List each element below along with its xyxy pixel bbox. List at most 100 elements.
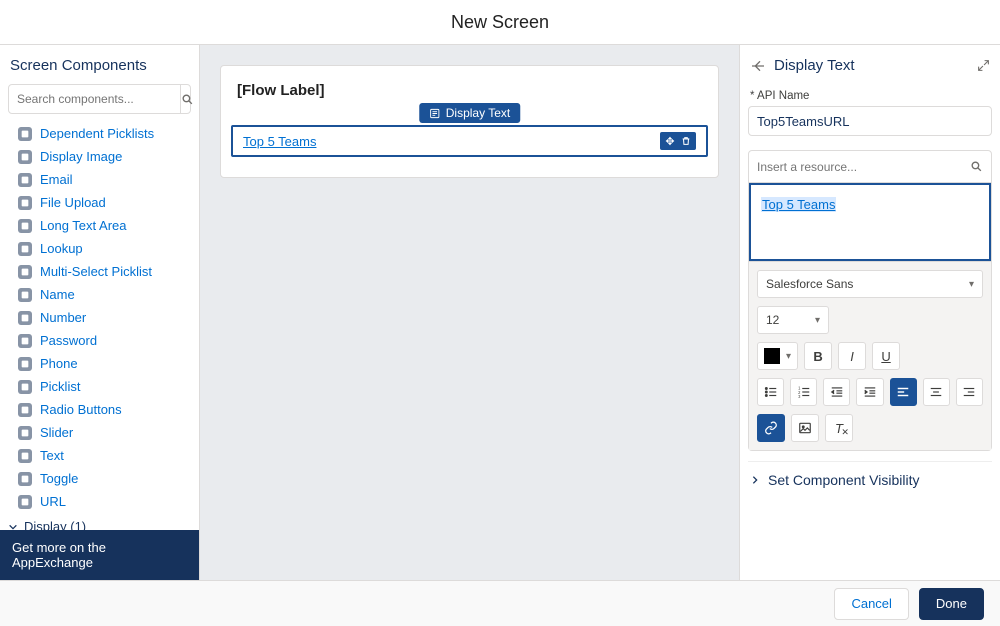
component-link[interactable]: Number bbox=[40, 310, 86, 325]
component-icon bbox=[18, 495, 32, 509]
align-left-button[interactable] bbox=[890, 378, 917, 406]
bulleted-list-button[interactable] bbox=[757, 378, 784, 406]
component-item[interactable]: URL bbox=[0, 490, 199, 513]
indent-button[interactable] bbox=[856, 378, 883, 406]
rte-text: Top 5 Teams bbox=[761, 197, 836, 212]
component-item[interactable]: Text bbox=[0, 444, 199, 467]
component-link[interactable]: Slider bbox=[40, 425, 73, 440]
outdent-button[interactable] bbox=[823, 378, 850, 406]
image-button[interactable] bbox=[791, 414, 819, 442]
component-icon bbox=[18, 449, 32, 463]
component-icon bbox=[18, 196, 32, 210]
text-color-button[interactable] bbox=[757, 342, 798, 370]
component-link[interactable]: Lookup bbox=[40, 241, 83, 256]
right-panel: Display Text API Name Top 5 Teams Salesf… bbox=[740, 45, 1000, 580]
modal-header: New Screen bbox=[0, 0, 1000, 45]
component-item[interactable]: Password bbox=[0, 329, 199, 352]
back-icon[interactable] bbox=[750, 58, 766, 74]
canvas-item-text: Top 5 Teams bbox=[243, 134, 316, 149]
chevron-right-icon bbox=[750, 475, 760, 485]
color-swatch-icon bbox=[764, 348, 780, 364]
display-text-icon bbox=[429, 108, 440, 119]
component-link[interactable]: Picklist bbox=[40, 379, 80, 394]
component-icon bbox=[18, 403, 32, 417]
italic-button[interactable]: I bbox=[838, 342, 866, 370]
search-icon[interactable] bbox=[970, 160, 983, 173]
component-link[interactable]: Dependent Picklists bbox=[40, 126, 154, 141]
component-link[interactable]: Long Text Area bbox=[40, 218, 127, 233]
component-icon bbox=[18, 173, 32, 187]
font-family-select[interactable]: Salesforce Sans bbox=[757, 270, 983, 298]
component-icon bbox=[18, 219, 32, 233]
component-item[interactable]: Radio Buttons bbox=[0, 398, 199, 421]
bold-button[interactable]: B bbox=[804, 342, 832, 370]
component-icon bbox=[18, 357, 32, 371]
appexchange-link[interactable]: Get more on the AppExchange bbox=[0, 530, 199, 580]
display-group-header[interactable]: Display (1) bbox=[0, 513, 199, 530]
main-area: Screen Components Dependent Picklists Dis… bbox=[0, 45, 1000, 580]
component-item[interactable]: Phone bbox=[0, 352, 199, 375]
component-icon bbox=[18, 265, 32, 279]
component-item[interactable]: Dependent Picklists bbox=[0, 122, 199, 145]
done-button[interactable]: Done bbox=[919, 588, 984, 620]
component-link[interactable]: Phone bbox=[40, 356, 78, 371]
expand-icon[interactable] bbox=[977, 59, 990, 72]
component-icon bbox=[18, 311, 32, 325]
component-item[interactable]: Email bbox=[0, 168, 199, 191]
api-name-input[interactable] bbox=[748, 106, 992, 136]
api-name-label: API Name bbox=[750, 90, 990, 102]
component-link[interactable]: Password bbox=[40, 333, 97, 348]
component-item[interactable]: Toggle bbox=[0, 467, 199, 490]
component-list: Dependent Picklists Display Image Email Fil… bbox=[0, 122, 199, 530]
underline-button[interactable]: U bbox=[872, 342, 900, 370]
component-icon bbox=[18, 127, 32, 141]
rte-toolbar: Salesforce Sans 12 B I U bbox=[749, 261, 991, 450]
component-link[interactable]: Text bbox=[40, 448, 64, 463]
component-icon bbox=[18, 242, 32, 256]
component-item[interactable]: Display Image bbox=[0, 145, 199, 168]
delete-icon[interactable] bbox=[680, 135, 692, 147]
canvas-area[interactable]: [Flow Label] Display Text Top 5 Teams ✥ bbox=[200, 45, 740, 580]
component-item[interactable]: Picklist bbox=[0, 375, 199, 398]
component-item[interactable]: Lookup bbox=[0, 237, 199, 260]
component-item[interactable]: Long Text Area bbox=[0, 214, 199, 237]
component-icon bbox=[18, 380, 32, 394]
component-item[interactable]: Slider bbox=[0, 421, 199, 444]
visibility-accordion[interactable]: Set Component Visibility bbox=[748, 461, 992, 492]
align-center-button[interactable] bbox=[923, 378, 950, 406]
component-item[interactable]: Multi-Select Picklist bbox=[0, 260, 199, 283]
search-icon[interactable] bbox=[180, 85, 194, 113]
component-search bbox=[8, 84, 191, 114]
component-link[interactable]: URL bbox=[40, 494, 66, 509]
component-link[interactable]: Multi-Select Picklist bbox=[40, 264, 152, 279]
canvas-item-pill: Display Text bbox=[419, 103, 520, 123]
link-button[interactable] bbox=[757, 414, 785, 442]
component-link[interactable]: Display Image bbox=[40, 149, 122, 164]
component-link[interactable]: Radio Buttons bbox=[40, 402, 122, 417]
component-link[interactable]: Name bbox=[40, 287, 75, 302]
canvas-display-text-item[interactable]: Display Text Top 5 Teams ✥ bbox=[231, 125, 708, 157]
component-item[interactable]: Name bbox=[0, 283, 199, 306]
clear-formatting-button[interactable]: T✕ bbox=[825, 414, 853, 442]
component-item[interactable]: Number bbox=[0, 306, 199, 329]
component-search-input[interactable] bbox=[9, 85, 180, 113]
component-icon bbox=[18, 472, 32, 486]
font-size-select[interactable]: 12 bbox=[757, 306, 829, 334]
chevron-down-icon bbox=[8, 522, 18, 531]
numbered-list-button[interactable]: 123 bbox=[790, 378, 817, 406]
component-icon bbox=[18, 426, 32, 440]
cancel-button[interactable]: Cancel bbox=[834, 588, 908, 620]
component-link[interactable]: Toggle bbox=[40, 471, 78, 486]
move-icon[interactable]: ✥ bbox=[664, 135, 676, 147]
canvas-item-tools: ✥ bbox=[660, 132, 696, 150]
rte-content[interactable]: Top 5 Teams bbox=[749, 183, 991, 261]
component-item[interactable]: File Upload bbox=[0, 191, 199, 214]
component-link[interactable]: Email bbox=[40, 172, 73, 187]
screen-card: [Flow Label] Display Text Top 5 Teams ✥ bbox=[220, 65, 719, 178]
left-panel-title: Screen Components bbox=[0, 45, 199, 84]
component-icon bbox=[18, 288, 32, 302]
resource-search-input[interactable] bbox=[757, 160, 970, 174]
align-right-button[interactable] bbox=[956, 378, 983, 406]
component-link[interactable]: File Upload bbox=[40, 195, 106, 210]
rich-text-editor: Top 5 Teams Salesforce Sans 12 B I bbox=[748, 150, 992, 451]
